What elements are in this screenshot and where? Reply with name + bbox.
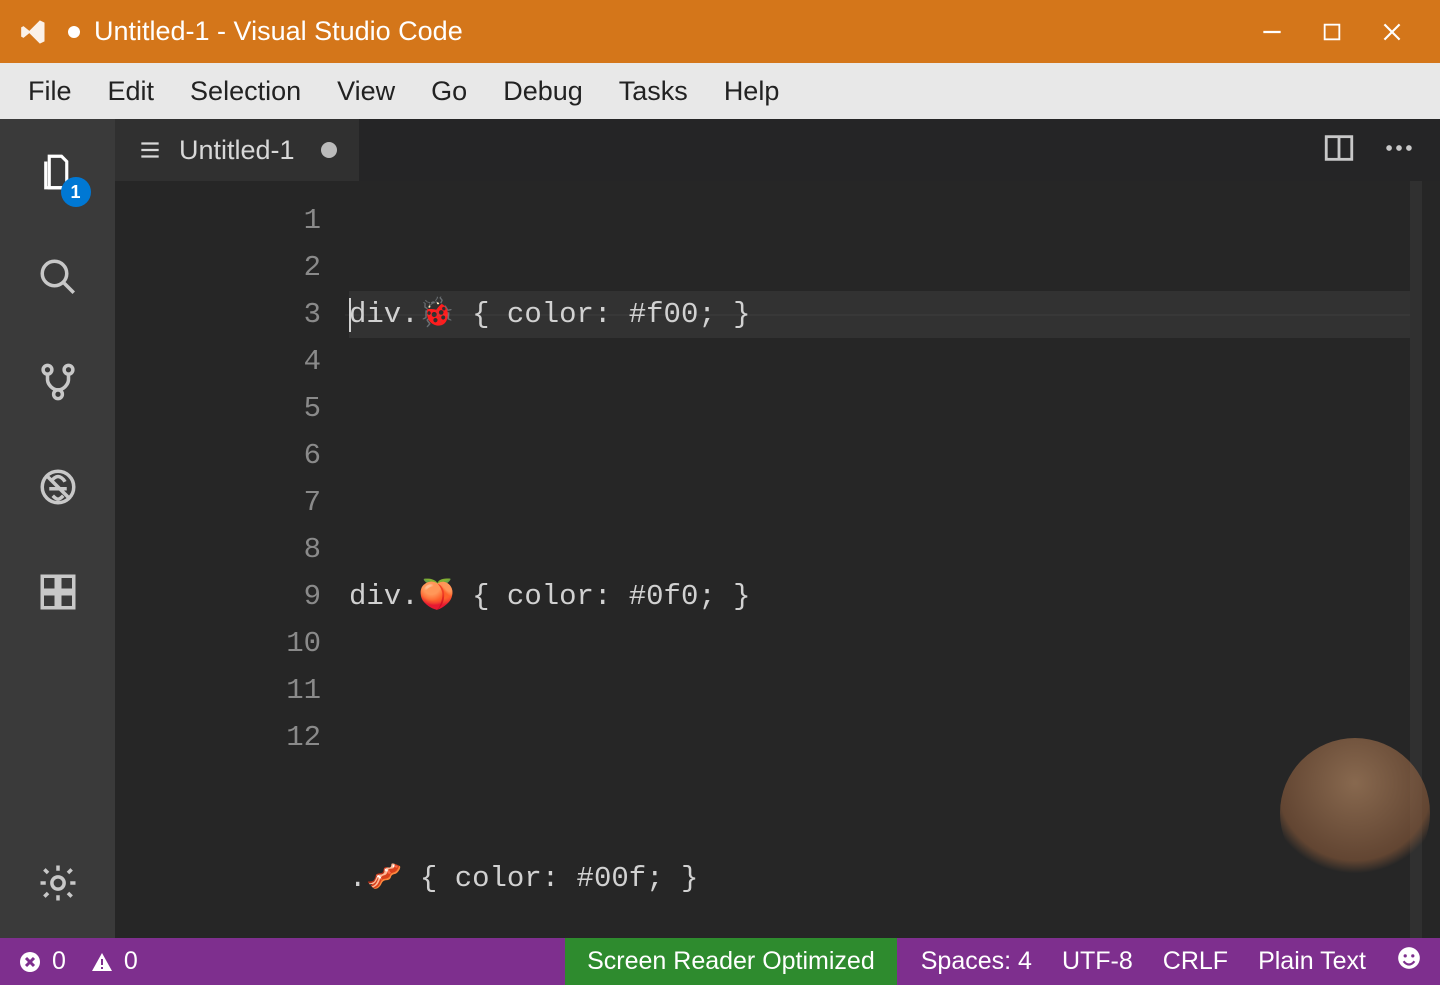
menu-edit[interactable]: Edit <box>90 66 173 117</box>
code-line[interactable]: div.🐞 { color: #f00; } <box>349 291 1410 338</box>
editor-tab-untitled-1[interactable]: Untitled-1 <box>115 119 359 181</box>
line-number: 10 <box>115 620 321 667</box>
code-line[interactable]: div.🍑 { color: #0f0; } <box>349 573 1410 620</box>
error-count: 0 <box>52 947 66 976</box>
menu-debug[interactable]: Debug <box>485 66 601 117</box>
line-number: 12 <box>115 714 321 761</box>
minimap[interactable] <box>1410 181 1422 938</box>
menu-go[interactable]: Go <box>413 66 485 117</box>
activity-extensions-button[interactable] <box>33 567 83 617</box>
menu-help[interactable]: Help <box>706 66 798 117</box>
window-minimize-button[interactable] <box>1242 0 1302 63</box>
list-icon <box>137 137 163 163</box>
editor-more-button[interactable] <box>1382 131 1416 170</box>
line-number: 6 <box>115 432 321 479</box>
line-number: 3 <box>115 291 321 338</box>
line-number: 5 <box>115 385 321 432</box>
line-number: 4 <box>115 338 321 385</box>
status-errors[interactable]: 0 <box>18 947 66 976</box>
line-number: 2 <box>115 244 321 291</box>
code-line[interactable] <box>349 432 1410 479</box>
vscode-window: Untitled-1 - Visual Studio Code File Edi… <box>0 0 1440 985</box>
vscode-logo-icon <box>18 16 50 48</box>
line-number: 9 <box>115 573 321 620</box>
window-maximize-button[interactable] <box>1302 0 1362 63</box>
menu-bar: File Edit Selection View Go Debug Tasks … <box>0 63 1440 119</box>
activity-search-button[interactable] <box>33 252 83 302</box>
window-title: Untitled-1 - Visual Studio Code <box>94 16 463 47</box>
activity-settings-button[interactable] <box>33 858 83 908</box>
app-body: 1 <box>0 119 1440 938</box>
line-number: 1 <box>115 197 321 244</box>
menu-view[interactable]: View <box>319 66 413 117</box>
tab-actions <box>1298 119 1440 181</box>
code-line[interactable] <box>349 714 1410 761</box>
activity-bar: 1 <box>0 119 115 938</box>
line-number: 7 <box>115 479 321 526</box>
code-line[interactable]: .🥓 { color: #00f; } <box>349 855 1410 902</box>
vertical-scrollbar[interactable] <box>1422 181 1440 938</box>
split-editor-button[interactable] <box>1322 131 1356 170</box>
line-number: 11 <box>115 667 321 714</box>
activity-debug-button[interactable] <box>33 462 83 512</box>
activity-explorer-button[interactable]: 1 <box>33 147 83 197</box>
menu-selection[interactable]: Selection <box>172 66 319 117</box>
menu-tasks[interactable]: Tasks <box>601 66 706 117</box>
explorer-badge: 1 <box>61 177 91 207</box>
line-number-gutter: 1 2 3 4 5 6 7 8 9 10 11 12 <box>115 181 345 938</box>
tabs-row: Untitled-1 <box>115 119 1440 181</box>
line-number: 8 <box>115 526 321 573</box>
window-close-button[interactable] <box>1362 0 1422 63</box>
status-warnings[interactable]: 0 <box>90 947 138 976</box>
title-bar[interactable]: Untitled-1 - Visual Studio Code <box>0 0 1440 63</box>
editor-body[interactable]: 1 2 3 4 5 6 7 8 9 10 11 12 div.🐞 { color… <box>115 181 1440 938</box>
tab-label: Untitled-1 <box>179 135 295 166</box>
warning-count: 0 <box>124 947 138 976</box>
code-area[interactable]: div.🐞 { color: #f00; } div.🍑 { color: #0… <box>345 181 1410 938</box>
editor-group: Untitled-1 1 2 3 <box>115 119 1440 938</box>
tab-dirty-indicator-icon <box>321 142 337 158</box>
activity-source-control-button[interactable] <box>33 357 83 407</box>
title-dirty-indicator-icon <box>68 26 80 38</box>
menu-file[interactable]: File <box>10 66 90 117</box>
